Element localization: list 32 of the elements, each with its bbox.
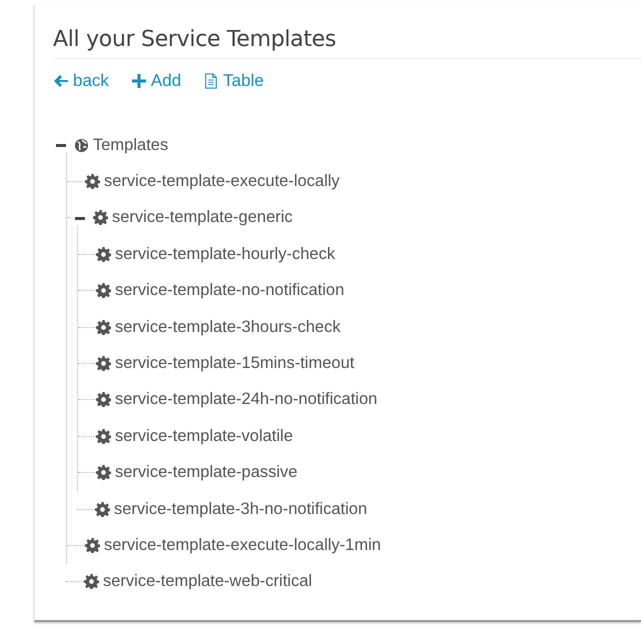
tree-item[interactable]: service-template-generic — [112, 208, 293, 228]
tree-item[interactable]: service-template-passive — [115, 463, 298, 482]
tree-item[interactable]: service-template-24h-no-notification — [115, 390, 378, 410]
gear-icon — [96, 283, 111, 298]
gear-icon — [96, 320, 111, 335]
plus-icon — [130, 73, 147, 89]
tree-item[interactable]: service-template-15mins-timeout — [115, 354, 354, 374]
document-icon — [203, 73, 220, 89]
gear-icon — [93, 210, 108, 226]
back-link[interactable]: back — [53, 71, 109, 91]
tree-item[interactable]: service-template-no-notification — [115, 281, 344, 300]
table-link[interactable]: Table — [203, 71, 264, 91]
tree-item[interactable]: service-template-web-critical — [103, 572, 312, 592]
gear-icon — [84, 574, 99, 590]
tree-item[interactable]: service-template-execute-locally-1min — [104, 536, 381, 555]
tree-item[interactable]: service-template-execute-locally — [104, 172, 340, 192]
gear-icon — [96, 392, 111, 408]
tree-item[interactable]: service-template-3h-no-notification — [114, 500, 368, 519]
tree-item[interactable]: service-template-3hours-check — [115, 318, 341, 337]
tree-item[interactable]: service-template-hourly-check — [115, 244, 336, 264]
page-title: All your Service Templates — [53, 5, 641, 59]
gear-icon — [95, 502, 110, 517]
gear-icon — [96, 356, 111, 372]
gear-icon — [85, 174, 100, 190]
arrow-left-icon — [53, 73, 69, 89]
tree-item[interactable]: Templates — [93, 136, 168, 155]
gear-icon — [96, 246, 111, 262]
tree-item[interactable]: service-template-volatile — [115, 426, 293, 446]
globe-icon — [74, 138, 89, 153]
gear-icon — [96, 428, 111, 444]
add-link[interactable]: Add — [130, 71, 182, 91]
gear-icon — [96, 465, 111, 480]
